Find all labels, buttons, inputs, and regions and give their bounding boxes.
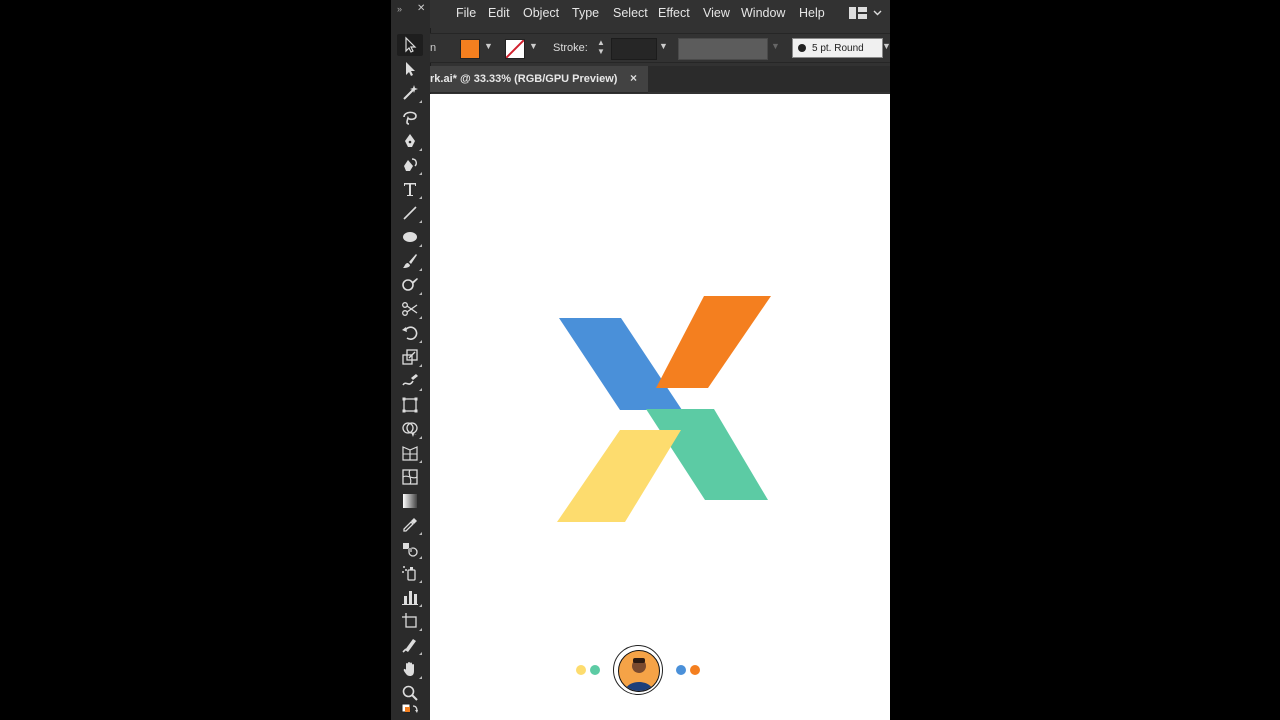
- menu-type[interactable]: Type: [572, 6, 599, 20]
- chevron-down-icon: [873, 10, 882, 16]
- artboard[interactable]: [430, 94, 890, 720]
- illustrator-window: » ✕ File Edit Object Type Select Effect …: [391, 0, 890, 720]
- shape-builder-tool-icon[interactable]: [397, 418, 423, 440]
- blue-parallelogram[interactable]: [559, 318, 682, 410]
- menu-view[interactable]: View: [703, 6, 730, 20]
- menu-bar: File Edit Object Type Select Effect View…: [430, 0, 890, 28]
- scissors-tool-icon[interactable]: [397, 298, 423, 320]
- yellow-parallelogram[interactable]: [557, 430, 681, 522]
- direct-selection-tool-icon[interactable]: [397, 58, 423, 80]
- symbol-sprayer-tool-icon[interactable]: [397, 562, 423, 584]
- pen-tool-icon[interactable]: [397, 130, 423, 152]
- slice-tool-icon[interactable]: [397, 634, 423, 656]
- stroke-color-swatch[interactable]: [505, 39, 525, 59]
- menu-file[interactable]: File: [456, 6, 476, 20]
- brush-dot-icon: [798, 44, 806, 52]
- rotate-tool-icon[interactable]: [397, 322, 423, 344]
- type-tool-icon[interactable]: [397, 178, 423, 200]
- stroke-weight-stepper[interactable]: ▲ ▼: [595, 38, 607, 58]
- fill-color-swatch[interactable]: [460, 39, 480, 59]
- panel-collapse-icon[interactable]: »: [397, 4, 402, 14]
- yellow-dot: [576, 665, 586, 675]
- document-tab-title: rk.ai* @ 33.33% (RGB/GPU Preview): [430, 73, 618, 85]
- gradient-tool-icon[interactable]: [397, 490, 423, 512]
- orange-parallelogram[interactable]: [656, 296, 771, 388]
- menu-edit[interactable]: Edit: [488, 6, 510, 20]
- free-transform-tool-icon[interactable]: [397, 394, 423, 416]
- orange-dot: [690, 665, 700, 675]
- menu-object[interactable]: Object: [523, 6, 559, 20]
- line-segment-tool-icon[interactable]: [397, 202, 423, 224]
- brush-chevron-icon[interactable]: ▼: [882, 41, 890, 51]
- ellipse-tool-icon[interactable]: [397, 226, 423, 248]
- stroke-label: Stroke:: [553, 42, 588, 54]
- shaper-tool-icon[interactable]: [397, 274, 423, 296]
- artboard-tool-icon[interactable]: [397, 610, 423, 632]
- control-bar: n ▼ ▼ Stroke: ▲ ▼ ▼ ▼ 5 pt. Round ▼: [430, 33, 890, 63]
- panel-close-icon[interactable]: ✕: [417, 3, 425, 14]
- tab-strip: [648, 66, 890, 92]
- logo-artwork[interactable]: [430, 94, 890, 720]
- menu-effect[interactable]: Effect: [658, 6, 690, 20]
- brush-definition-field[interactable]: 5 pt. Round: [792, 38, 883, 58]
- menu-window[interactable]: Window: [741, 6, 785, 20]
- menu-help[interactable]: Help: [799, 6, 825, 20]
- paintbrush-tool-icon[interactable]: [397, 250, 423, 272]
- stroke-weight-chevron-icon[interactable]: ▼: [659, 41, 668, 51]
- blue-dot: [676, 665, 686, 675]
- close-icon[interactable]: ×: [630, 71, 637, 85]
- brand-watermark: [576, 644, 746, 696]
- curvature-tool-icon[interactable]: [397, 154, 423, 176]
- stroke-dropdown-chevron-icon[interactable]: ▼: [529, 41, 538, 51]
- workspace-switcher[interactable]: [849, 6, 882, 20]
- avatar: [618, 650, 660, 692]
- workspace-layout-icon: [849, 7, 867, 19]
- hand-tool-icon[interactable]: [397, 658, 423, 680]
- person-icon: [625, 658, 653, 691]
- menu-select[interactable]: Select: [613, 6, 648, 20]
- selection-tool-icon[interactable]: [397, 34, 423, 56]
- green-dot: [590, 665, 600, 675]
- mesh-tool-icon[interactable]: [397, 466, 423, 488]
- brush-label: 5 pt. Round: [812, 42, 864, 54]
- lasso-tool-icon[interactable]: [397, 106, 423, 128]
- magic-wand-tool-icon[interactable]: [397, 82, 423, 104]
- avatar-ring: [613, 645, 663, 695]
- profile-chevron-icon[interactable]: ▼: [771, 41, 780, 51]
- perspective-grid-tool-icon[interactable]: [397, 442, 423, 464]
- warp-tool-icon[interactable]: [397, 370, 423, 392]
- stroke-weight-field[interactable]: [611, 38, 657, 60]
- control-bar-label: n: [430, 42, 437, 54]
- eyedropper-tool-icon[interactable]: [397, 514, 423, 536]
- tools-panel: » ✕: [391, 0, 431, 720]
- blend-tool-icon[interactable]: [397, 538, 423, 560]
- fill-stroke-swatches-icon[interactable]: [397, 702, 423, 720]
- document-tab[interactable]: rk.ai* @ 33.33% (RGB/GPU Preview) ×: [430, 66, 648, 93]
- fill-dropdown-chevron-icon[interactable]: ▼: [484, 41, 493, 51]
- zoom-tool-icon[interactable]: [397, 682, 423, 704]
- variable-width-profile-field[interactable]: [678, 38, 768, 60]
- column-graph-tool-icon[interactable]: [397, 586, 423, 608]
- scale-tool-icon[interactable]: [397, 346, 423, 368]
